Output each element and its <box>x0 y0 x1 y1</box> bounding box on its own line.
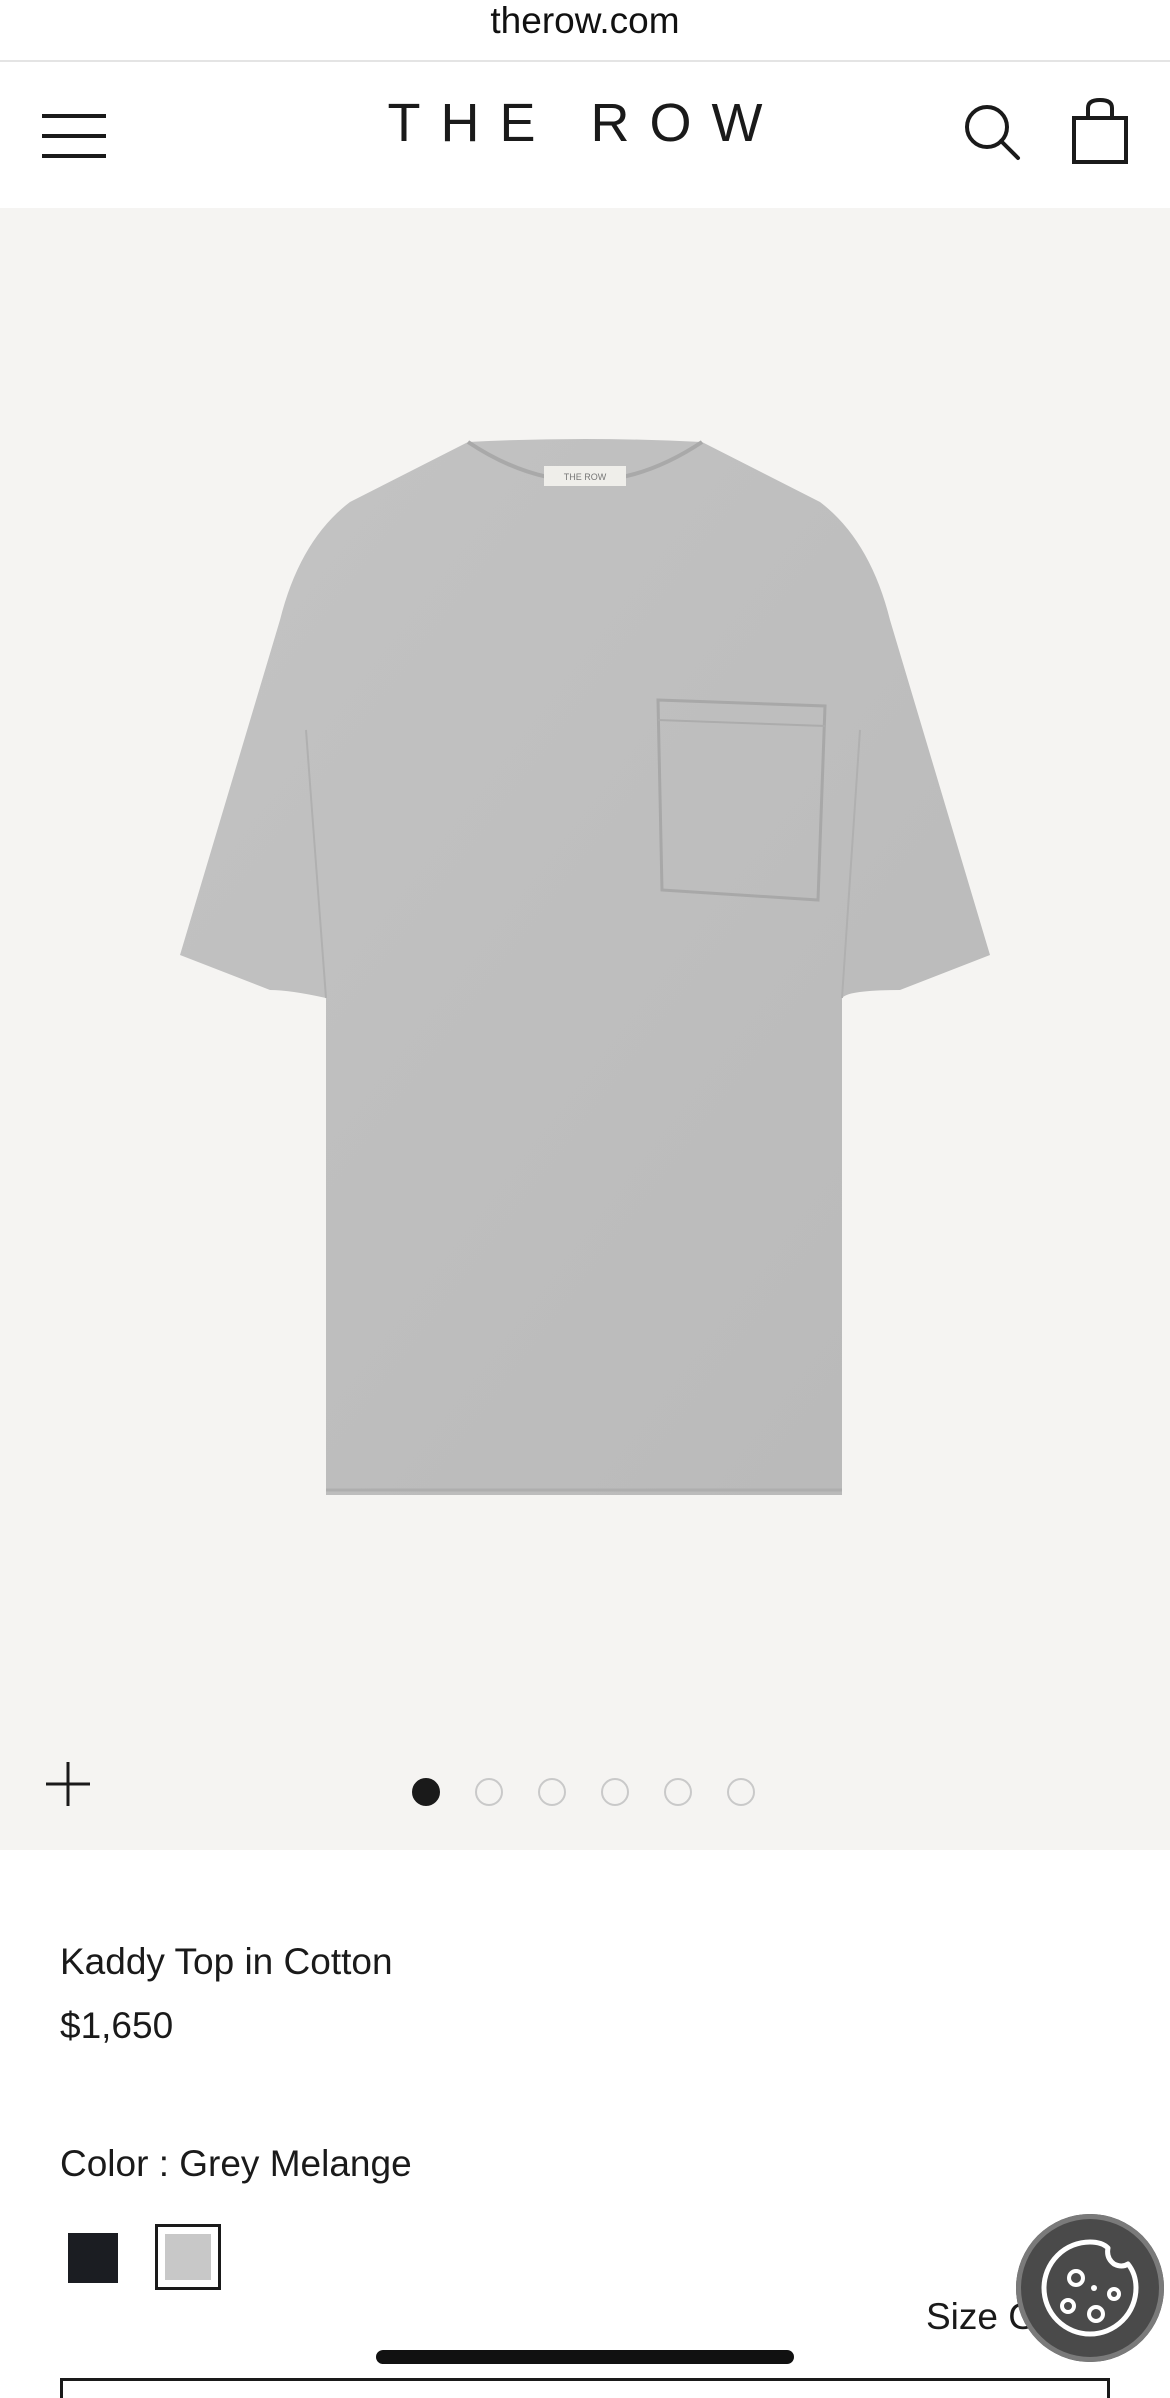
search-icon[interactable] <box>960 100 1024 164</box>
product-title: Kaddy Top in Cotton <box>60 1941 393 1982</box>
gallery-dot-3[interactable] <box>538 1778 566 1806</box>
product-price: $1,650 <box>60 2005 174 2046</box>
cookie-icon <box>1041 2239 1139 2337</box>
browser-url-bar[interactable]: therow.com <box>0 0 1170 62</box>
shopping-bag-icon[interactable] <box>1070 96 1130 166</box>
gallery-dot-1[interactable] <box>412 1778 440 1806</box>
gallery-dot-4[interactable] <box>601 1778 629 1806</box>
color-swatch-grey-melange[interactable] <box>165 2234 211 2280</box>
color-label: Color : Grey Melange <box>60 2143 412 2184</box>
product-image[interactable]: THE ROW <box>170 430 1000 1510</box>
gallery-pagination <box>412 1778 772 1806</box>
home-indicator <box>376 2350 794 2364</box>
site-logo[interactable]: THE ROW <box>335 88 835 158</box>
url-text[interactable]: therow.com <box>0 0 1170 42</box>
color-swatch-black[interactable] <box>68 2233 118 2283</box>
hamburger-menu-icon[interactable] <box>42 112 106 160</box>
gallery-dot-6[interactable] <box>727 1778 755 1806</box>
cookie-settings-button[interactable] <box>1016 2214 1164 2362</box>
garment-label: THE ROW <box>564 472 607 482</box>
gallery-dot-2[interactable] <box>475 1778 503 1806</box>
gallery-dot-5[interactable] <box>664 1778 692 1806</box>
plus-icon[interactable] <box>44 1760 92 1808</box>
size-selector-box[interactable] <box>60 2378 1110 2398</box>
